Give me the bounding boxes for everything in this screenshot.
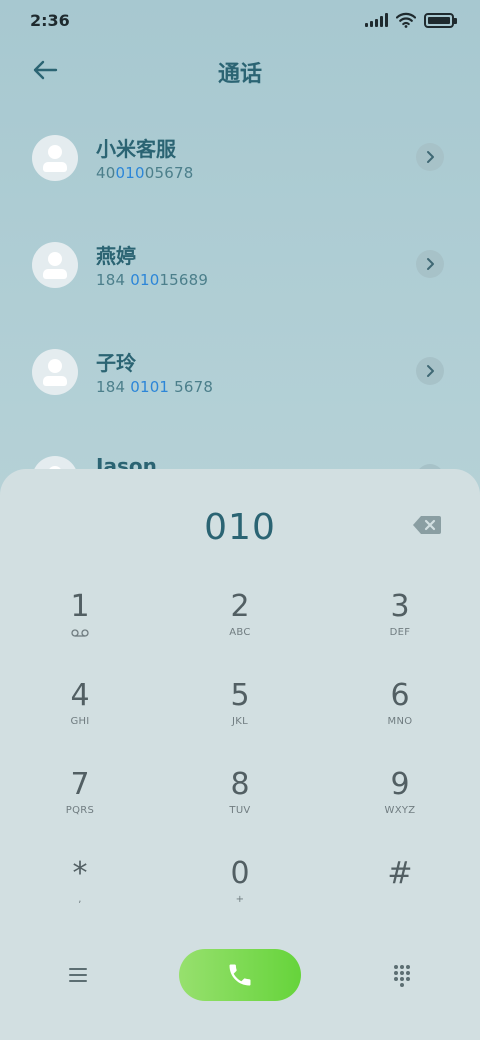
menu-button[interactable] — [66, 963, 90, 987]
backspace-button[interactable] — [412, 515, 442, 535]
page-title: 通话 — [217, 62, 262, 87]
signal-icon — [365, 13, 388, 27]
key-5[interactable]: 5 JKL — [180, 678, 300, 758]
wifi-icon — [396, 12, 416, 28]
key-8[interactable]: 8 TUV — [180, 767, 300, 847]
contact-name: 燕婷 — [96, 244, 136, 268]
dialer-bottom-bar — [0, 949, 480, 1003]
keypad-toggle-button[interactable] — [390, 963, 414, 987]
key-2[interactable]: 2 ABC — [180, 589, 300, 669]
battery-icon — [424, 12, 457, 28]
contact-item[interactable]: 燕婷 184 01015689 — [0, 212, 480, 319]
key-star[interactable]: * , — [20, 856, 140, 936]
key-6[interactable]: 6 MNO — [340, 678, 460, 758]
contact-number: 184 01015689 — [96, 271, 209, 289]
contact-number: 184 0101 5678 — [96, 378, 214, 396]
contact-detail-button[interactable] — [416, 250, 444, 278]
key-hash[interactable]: # — [340, 856, 460, 936]
menu-icon — [69, 968, 87, 982]
backspace-icon — [413, 516, 441, 534]
header: 通话 — [0, 44, 480, 96]
key-3[interactable]: 3 DEF — [340, 589, 460, 669]
dialer-panel: 010 1 2 ABC 3 DEF 4 GHI 5 JKL 6 MNO 7 PQ… — [0, 469, 480, 1040]
dial-input[interactable]: 010 — [0, 507, 480, 548]
status-icons — [365, 12, 457, 28]
contact-number: 4001005678 — [96, 164, 194, 182]
keypad-icon — [394, 965, 410, 987]
key-9[interactable]: 9 WXYZ — [340, 767, 460, 847]
key-4[interactable]: 4 GHI — [20, 678, 140, 758]
contact-detail-button[interactable] — [416, 357, 444, 385]
key-1[interactable]: 1 — [20, 589, 140, 669]
status-bar: 2:36 — [0, 0, 480, 40]
key-7[interactable]: 7 PQRS — [20, 767, 140, 847]
chevron-right-icon — [427, 151, 434, 163]
phone-icon — [229, 964, 251, 986]
contact-name: 子玲 — [96, 351, 136, 375]
avatar — [32, 349, 78, 395]
voicemail-icon — [71, 629, 89, 637]
avatar — [32, 242, 78, 288]
chevron-right-icon — [427, 365, 434, 377]
contact-item[interactable]: 小米客服 4001005678 — [0, 105, 480, 212]
contact-name: 小米客服 — [96, 137, 176, 161]
call-button[interactable] — [179, 949, 301, 1001]
contact-item[interactable]: 子玲 184 0101 5678 — [0, 319, 480, 426]
status-time: 2:36 — [30, 11, 70, 30]
contact-detail-button[interactable] — [416, 143, 444, 171]
chevron-right-icon — [427, 258, 434, 270]
avatar — [32, 135, 78, 181]
key-0[interactable]: 0 + — [180, 856, 300, 936]
